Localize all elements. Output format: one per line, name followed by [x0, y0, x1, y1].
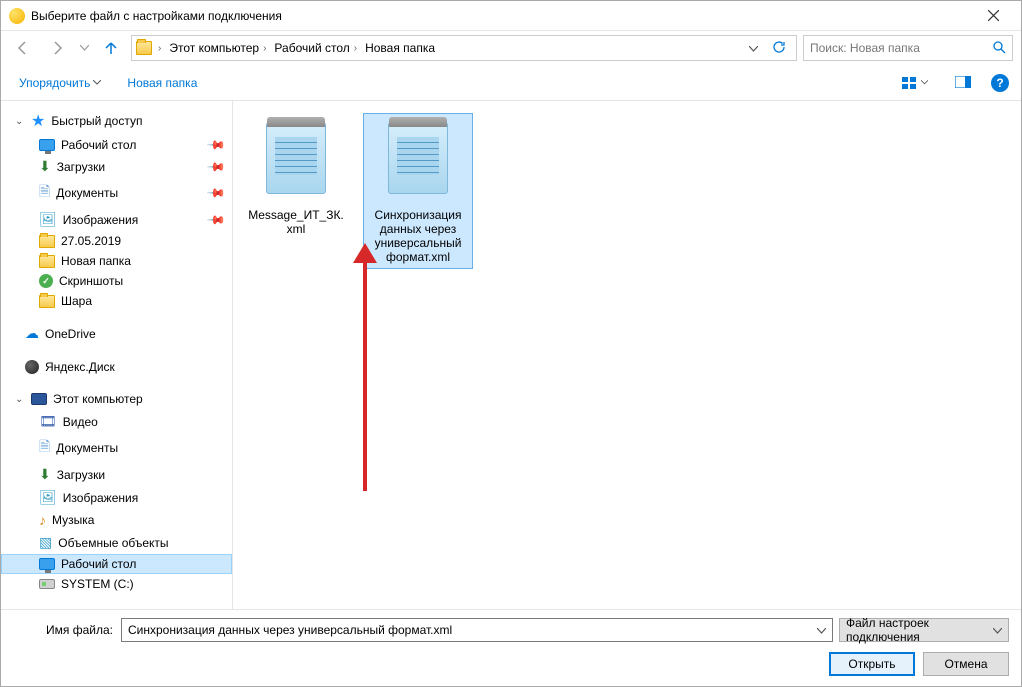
titlebar: Выберите файл с настройками подключения — [1, 1, 1021, 31]
sidebar-item-documents[interactable]: 🗎 Документы 📌 — [1, 178, 232, 208]
pin-icon: 📌 — [206, 183, 226, 203]
image-icon: 🖼 — [39, 211, 57, 228]
file-name: Синхронизация данных через универсальный… — [368, 208, 468, 264]
preview-pane-button[interactable] — [949, 71, 977, 95]
file-type-filter[interactable]: Файл настроек подключения — [839, 618, 1009, 642]
pin-icon: 📌 — [206, 209, 226, 229]
folder-icon — [136, 41, 152, 55]
sidebar-item-desktop[interactable]: Рабочий стол 📌 — [1, 135, 232, 155]
up-button[interactable] — [97, 34, 125, 62]
refresh-button[interactable] — [766, 40, 792, 57]
folder-icon — [39, 255, 55, 268]
download-icon: ⬇ — [39, 466, 51, 483]
sidebar-item-system-c[interactable]: SYSTEM (C:) — [1, 574, 232, 594]
cancel-button[interactable]: Отмена — [923, 652, 1009, 676]
download-icon: ⬇ — [39, 158, 51, 175]
close-button[interactable] — [973, 2, 1013, 30]
sidebar-item-downloads[interactable]: ⬇ Загрузки 📌 — [1, 155, 232, 178]
sidebar-item-pictures[interactable]: 🖼 Изображения 📌 — [1, 208, 232, 231]
folder-icon — [39, 295, 55, 308]
forward-button[interactable] — [43, 34, 71, 62]
search-placeholder: Поиск: Новая папка — [810, 41, 920, 55]
sidebar-item-screenshots[interactable]: ✓ Скриншоты — [1, 271, 232, 291]
video-icon: 🎞 — [39, 413, 57, 430]
chevron-down-icon[interactable] — [817, 623, 826, 637]
new-folder-button[interactable]: Новая папка — [121, 72, 203, 94]
address-dropdown[interactable] — [745, 41, 762, 55]
file-item[interactable]: Message_ИТ_ЗК.xml — [241, 113, 351, 241]
back-button[interactable] — [9, 34, 37, 62]
file-item[interactable]: Синхронизация данных через универсальный… — [363, 113, 473, 269]
check-icon: ✓ — [39, 274, 53, 288]
recent-dropdown[interactable] — [77, 34, 91, 62]
filename-input[interactable]: Синхронизация данных через универсальный… — [121, 618, 833, 642]
xml-file-icon — [382, 122, 454, 204]
yandex-icon — [25, 360, 39, 374]
breadcrumb-item[interactable]: Этот компьютер› — [167, 41, 268, 55]
sidebar-item-pictures[interactable]: 🖼 Изображения — [1, 486, 232, 509]
sidebar-item-folder[interactable]: Новая папка — [1, 251, 232, 271]
pin-icon: 📌 — [206, 156, 226, 176]
toolbar: Упорядочить Новая папка ? — [1, 65, 1021, 101]
filename-label: Имя файла: — [41, 623, 113, 637]
search-icon — [992, 40, 1006, 57]
monitor-icon — [39, 139, 55, 151]
quick-access-header[interactable]: ⌄ ★ Быстрый доступ — [1, 107, 232, 135]
folder-icon — [39, 235, 55, 248]
sidebar-item-documents[interactable]: 🗎 Документы — [1, 433, 232, 463]
chevron-down-icon[interactable] — [993, 623, 1002, 637]
app-icon — [9, 8, 25, 24]
sidebar[interactable]: ⌄ ★ Быстрый доступ Рабочий стол 📌 ⬇ Загр… — [1, 101, 233, 609]
breadcrumb-item[interactable]: Рабочий стол› — [272, 41, 359, 55]
sidebar-item-music[interactable]: ♪ Музыка — [1, 509, 232, 531]
file-name: Message_ИТ_ЗК.xml — [246, 208, 346, 236]
organize-button[interactable]: Упорядочить — [13, 72, 107, 94]
onedrive-header[interactable]: ☁ OneDrive — [1, 321, 232, 346]
annotation-arrow — [363, 261, 367, 491]
pin-icon: 📌 — [206, 135, 226, 155]
music-icon: ♪ — [39, 512, 46, 528]
address-bar[interactable]: › Этот компьютер› Рабочий стол› Новая па… — [131, 35, 797, 61]
computer-icon — [31, 393, 47, 405]
xml-file-icon — [260, 122, 332, 204]
sidebar-item-folder[interactable]: Шара — [1, 291, 232, 311]
star-icon: ★ — [31, 111, 45, 131]
sidebar-item-folder[interactable]: 27.05.2019 — [1, 231, 232, 251]
help-button[interactable]: ? — [991, 74, 1009, 92]
this-pc-header[interactable]: ⌄ Этот компьютер — [1, 388, 232, 410]
search-input[interactable]: Поиск: Новая папка — [803, 35, 1013, 61]
yandex-disk-header[interactable]: Яндекс.Диск — [1, 356, 232, 378]
sidebar-item-3d[interactable]: ▧ Объемные объекты — [1, 531, 232, 554]
monitor-icon — [39, 558, 55, 570]
document-icon: 🗎 — [39, 436, 50, 460]
footer: Имя файла: Синхронизация данных через ун… — [1, 609, 1021, 686]
expand-icon: ⌄ — [15, 116, 25, 127]
disk-icon — [39, 579, 55, 589]
expand-icon: ⌄ — [15, 394, 25, 405]
file-list[interactable]: Message_ИТ_ЗК.xml Синхронизация данных ч… — [233, 101, 1021, 609]
window-title: Выберите файл с настройками подключения — [31, 9, 973, 23]
sidebar-item-desktop[interactable]: Рабочий стол — [1, 554, 232, 574]
breadcrumb-root-chevron[interactable]: › — [156, 43, 163, 54]
cube-icon: ▧ — [39, 534, 52, 551]
sidebar-item-videos[interactable]: 🎞 Видео — [1, 410, 232, 433]
document-icon: 🗎 — [39, 181, 50, 205]
file-open-dialog: Выберите файл с настройками подключения … — [0, 0, 1022, 687]
view-button[interactable] — [895, 72, 935, 94]
cloud-icon: ☁ — [25, 325, 39, 342]
breadcrumb-item[interactable]: Новая папка — [363, 41, 437, 55]
sidebar-item-downloads[interactable]: ⬇ Загрузки — [1, 463, 232, 486]
open-button[interactable]: Открыть — [829, 652, 915, 676]
image-icon: 🖼 — [39, 489, 57, 506]
navbar: › Этот компьютер› Рабочий стол› Новая па… — [1, 31, 1021, 65]
